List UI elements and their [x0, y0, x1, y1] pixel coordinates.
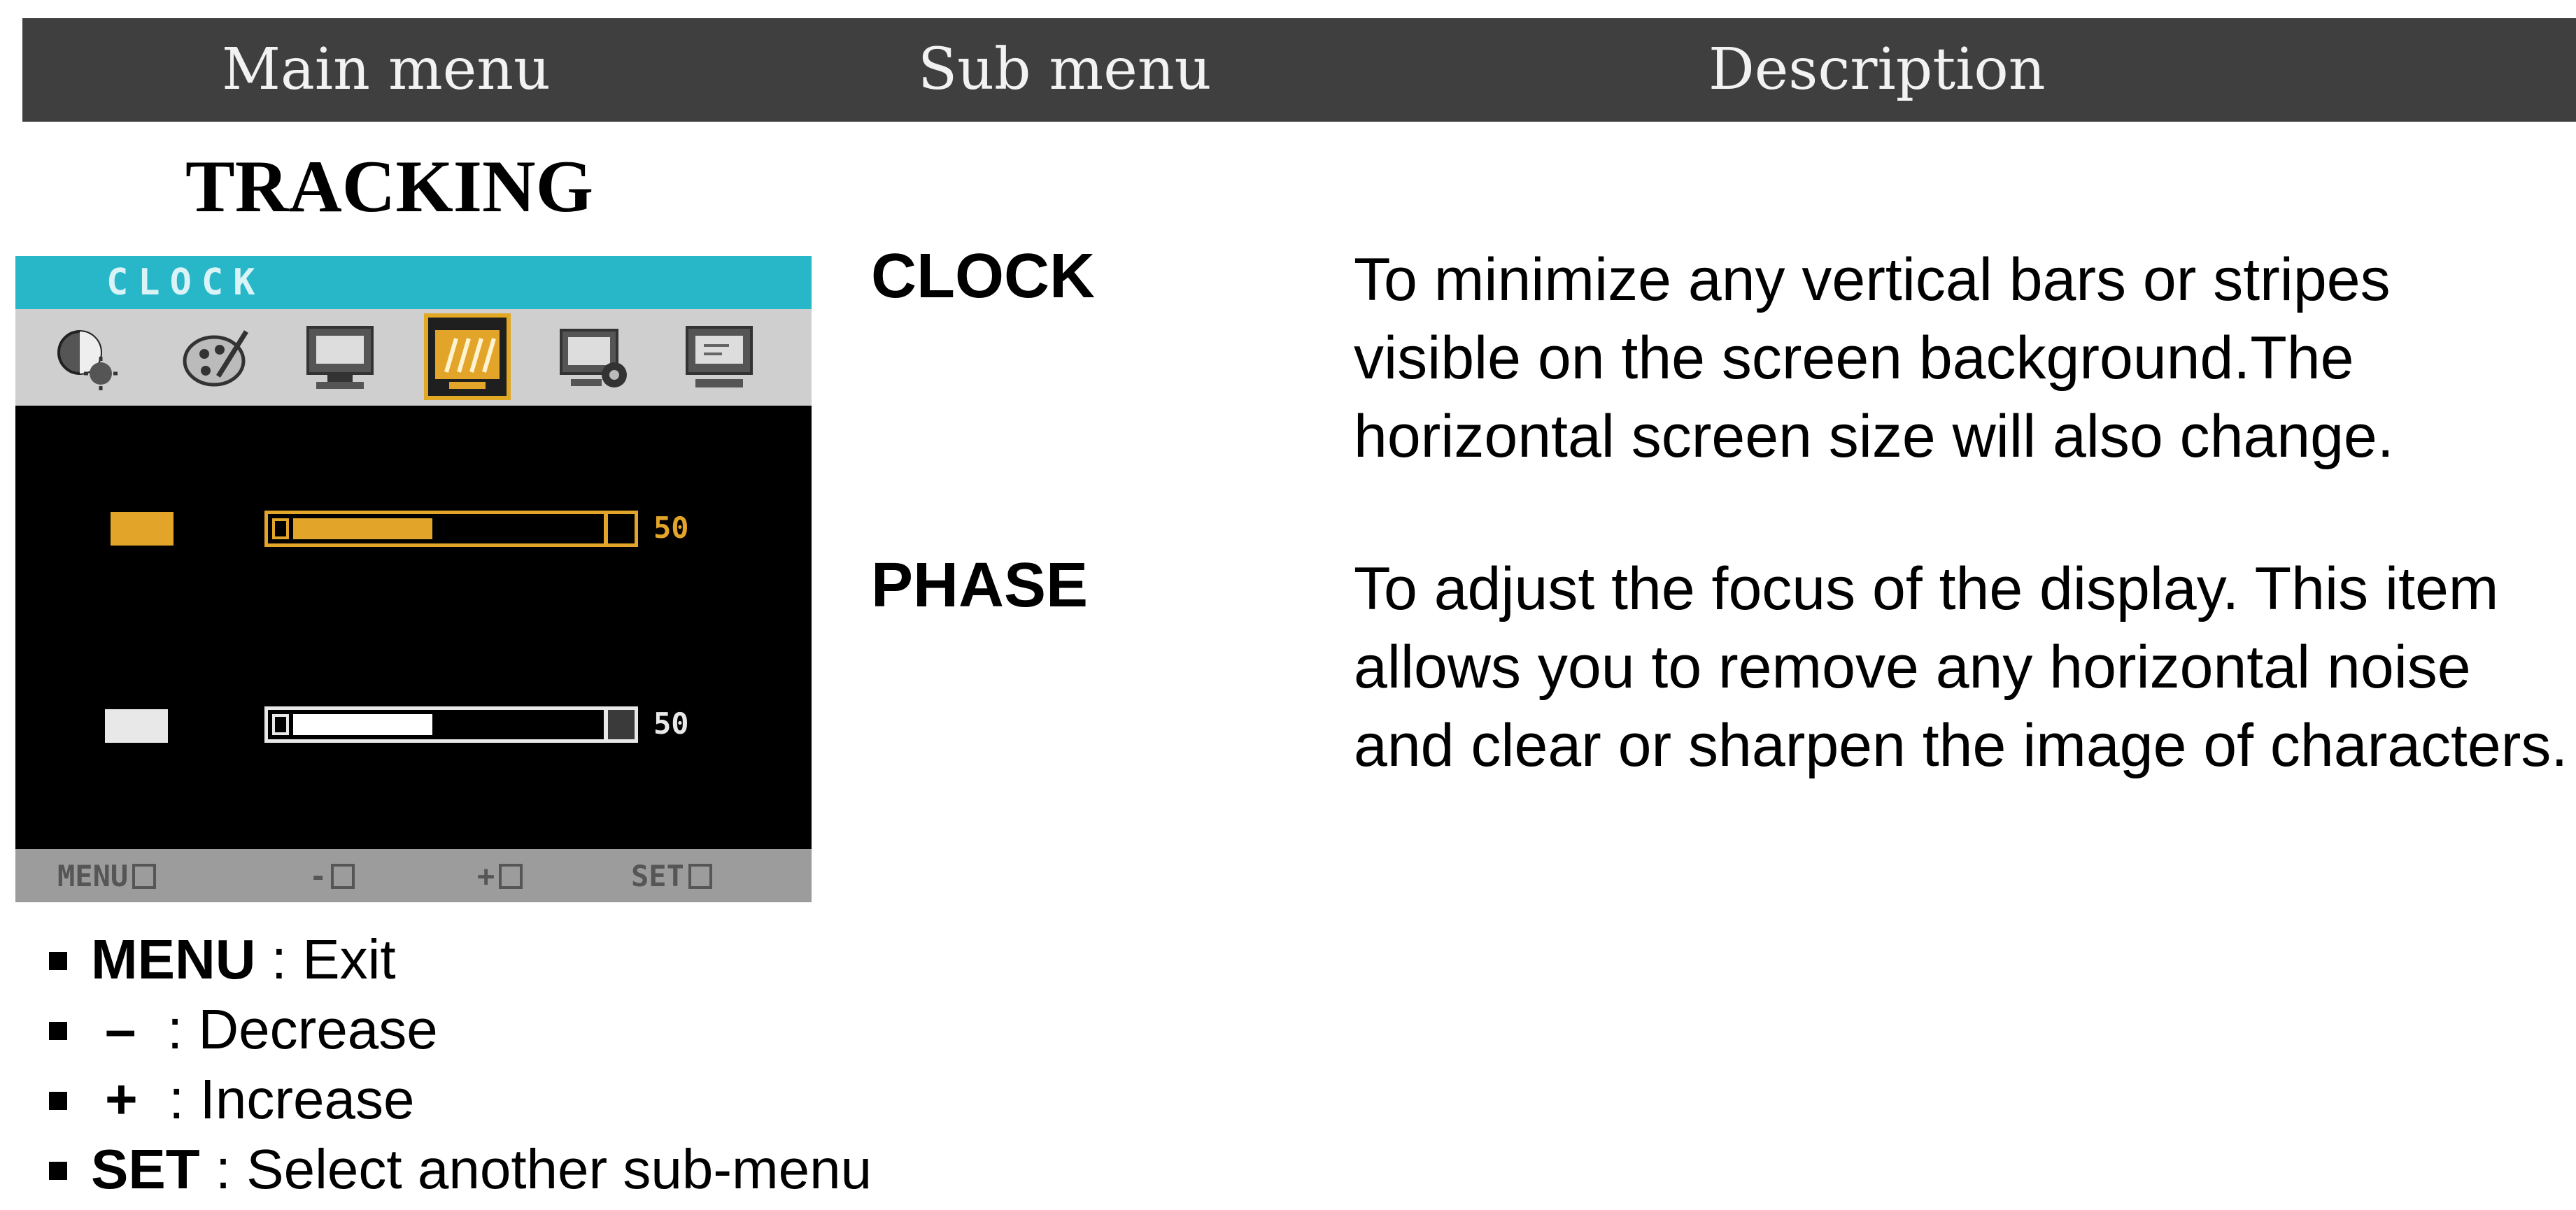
bullet-icon [49, 1022, 67, 1040]
osd-minus-icon [272, 714, 289, 735]
osd-phase-value: 50 [653, 706, 689, 741]
bullet-icon [49, 1162, 67, 1180]
osd-footer: MENU - + SET [15, 849, 812, 902]
description-phase: To adjust the focus of the display. This… [1354, 555, 2568, 779]
setup-icon [554, 318, 632, 396]
osd-footer-plus: + [477, 859, 523, 893]
osd-footer-menu: MENU [57, 859, 157, 893]
osd-footer-set: SET [631, 859, 712, 893]
main-menu-title: TRACKING [185, 145, 594, 227]
set-key-icon [688, 864, 712, 889]
osd-title: CLOCK [106, 262, 265, 304]
brightness-contrast-icon [49, 318, 127, 396]
table-header: Main menu Sub menu Description [22, 18, 2576, 122]
osd-plus-icon [604, 511, 638, 547]
legend-item-set: SET : Select another sub-menu [49, 1134, 872, 1204]
osd-clock-value: 50 [653, 511, 689, 545]
osd-clock-slider [264, 511, 607, 547]
legend-item-decrease: – : Decrease [49, 995, 872, 1065]
key-legend: MENU : Exit – : Decrease + : Increase SE… [49, 925, 872, 1204]
header-description: Description [1708, 36, 2046, 103]
osd-phase-slider [264, 706, 607, 743]
plus-key-icon [499, 864, 523, 889]
osd-phase-fill [293, 714, 432, 735]
osd-icon-bar [15, 309, 812, 406]
osd-screenshot: CLOCK 50 50 MENU - + SET [15, 256, 812, 902]
legend-item-menu: MENU : Exit [49, 925, 872, 995]
osd-plus-icon [604, 706, 638, 743]
osd-clock-fill [293, 518, 432, 539]
osd-minus-icon [272, 518, 289, 539]
osd-title-bar: CLOCK [15, 256, 812, 309]
flat-panel-adjust-icon [680, 318, 758, 396]
header-sub-menu: Sub menu [918, 36, 1212, 103]
osd-phase-label [105, 709, 168, 743]
osd-clock-label [111, 512, 174, 546]
osd-footer-minus: - [309, 859, 355, 893]
color-palette-icon [176, 318, 255, 396]
tracking-icon [424, 313, 511, 400]
header-main-menu: Main menu [222, 36, 551, 103]
monitor-position-icon [301, 318, 379, 396]
submenu-clock: CLOCK [871, 241, 1095, 311]
bullet-icon [49, 952, 67, 970]
bullet-icon [49, 1092, 67, 1110]
menu-key-icon [132, 864, 157, 889]
submenu-phase: PHASE [871, 550, 1089, 620]
description-clock: To minimize any vertical bars or stripes… [1354, 246, 2394, 470]
minus-key-icon [331, 864, 355, 889]
legend-item-increase: + : Increase [49, 1065, 872, 1134]
